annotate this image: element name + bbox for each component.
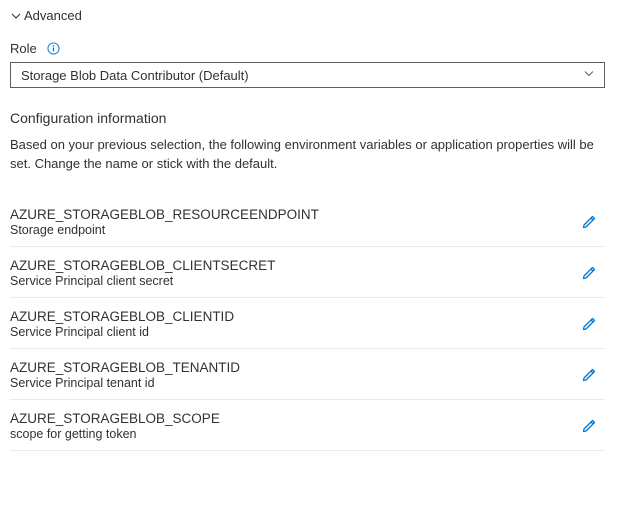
config-item-name: AZURE_STORAGEBLOB_CLIENTSECRET [10,258,275,273]
pencil-icon [581,418,597,434]
pencil-icon [581,214,597,230]
role-label-row: Role [10,41,608,56]
advanced-toggle[interactable]: Advanced [10,8,608,23]
advanced-label: Advanced [24,8,82,23]
info-icon[interactable] [47,42,60,55]
role-select[interactable]: Storage Blob Data Contributor (Default) [10,62,605,88]
pencil-icon [581,367,597,383]
pencil-icon [581,316,597,332]
chevron-down-icon [10,10,22,22]
role-select-value: Storage Blob Data Contributor (Default) [21,68,249,83]
config-item-name: AZURE_STORAGEBLOB_SCOPE [10,411,220,426]
config-info-description: Based on your previous selection, the fo… [10,136,600,174]
config-item-desc: scope for getting token [10,427,220,441]
edit-button[interactable] [573,410,605,442]
edit-button[interactable] [573,308,605,340]
config-item: AZURE_STORAGEBLOB_SCOPE scope for gettin… [10,400,605,451]
config-item-name: AZURE_STORAGEBLOB_CLIENTID [10,309,234,324]
role-label: Role [10,41,37,56]
config-item-desc: Service Principal tenant id [10,376,240,390]
config-item: AZURE_STORAGEBLOB_CLIENTID Service Princ… [10,298,605,349]
config-item-name: AZURE_STORAGEBLOB_TENANTID [10,360,240,375]
config-item-desc: Service Principal client id [10,325,234,339]
config-item-name: AZURE_STORAGEBLOB_RESOURCEENDPOINT [10,207,319,222]
edit-button[interactable] [573,206,605,238]
config-item-desc: Service Principal client secret [10,274,275,288]
config-item: AZURE_STORAGEBLOB_CLIENTSECRET Service P… [10,247,605,298]
config-item-desc: Storage endpoint [10,223,319,237]
config-info-title: Configuration information [10,110,608,126]
edit-button[interactable] [573,257,605,289]
pencil-icon [581,265,597,281]
edit-button[interactable] [573,359,605,391]
config-item: AZURE_STORAGEBLOB_TENANTID Service Princ… [10,349,605,400]
config-item: AZURE_STORAGEBLOB_RESOURCEENDPOINT Stora… [10,196,605,247]
